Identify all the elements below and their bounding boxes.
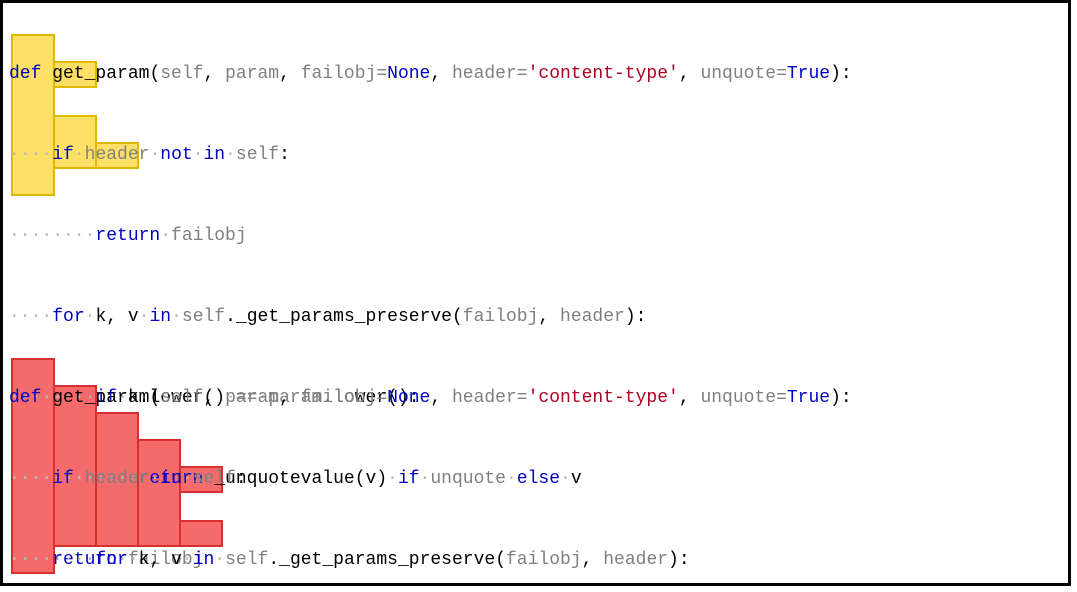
code-line: ········for·k, v·in·self._get_params_pre…	[9, 547, 852, 574]
code-line: ····for·k, v·in·self._get_params_preserv…	[9, 304, 852, 331]
code-line: def get_param(self, param, failobj=None,…	[9, 385, 852, 412]
code-snippet-2: def get_param(self, param, failobj=None,…	[9, 331, 852, 586]
code-line: def get_param(self, param, failobj=None,…	[9, 61, 852, 88]
code-line: ····if·header·not·in·self:	[9, 142, 852, 169]
code-comparison-frame: def get_param(self, param, failobj=None,…	[0, 0, 1071, 586]
code-line: ····if·header·in·self:	[9, 466, 852, 493]
fn-name: get_param	[41, 64, 149, 84]
kw-def: def	[9, 64, 41, 84]
code-line: ········return·failobj	[9, 223, 852, 250]
